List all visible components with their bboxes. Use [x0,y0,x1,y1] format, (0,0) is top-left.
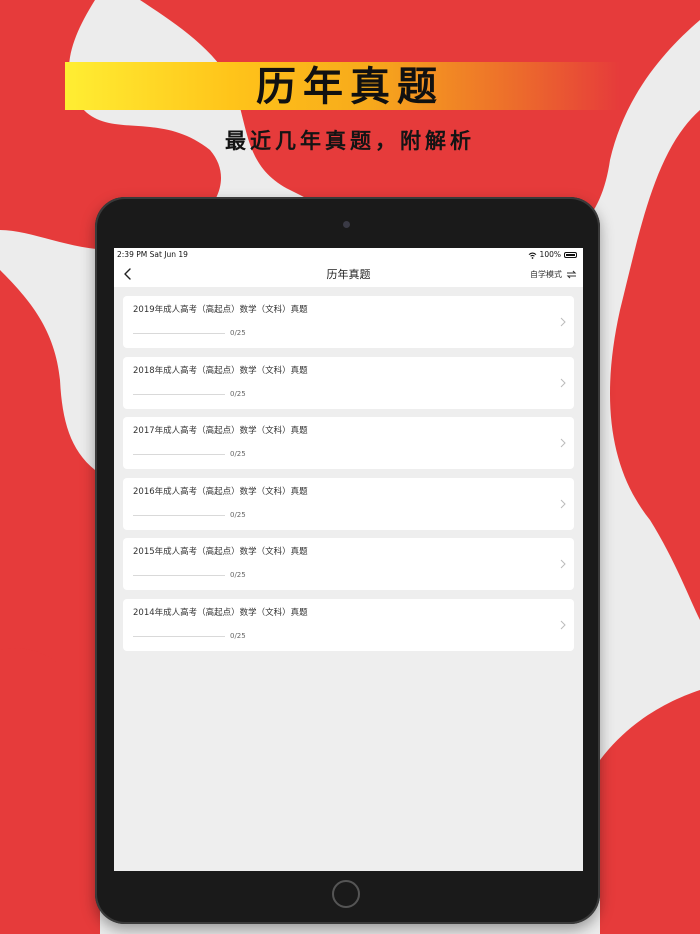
exam-list: 2019年成人高考（高起点）数学（文科）真题 0/25 2018年成人高考（高起… [123,296,574,659]
progress-bar [133,575,225,576]
progress-count: 0/25 [230,389,246,398]
status-indicators: 100% [528,248,577,262]
battery-icon [564,252,577,258]
wifi-icon [528,252,536,259]
exam-title: 2018年成人高考（高起点）数学（文科）真题 [133,365,308,376]
progress-count: 0/25 [230,329,246,337]
chevron-right-icon [560,559,566,569]
exam-title: 2015年成人高考（高起点）数学（文科）真题 [133,547,308,557]
exam-title: 2016年成人高考（高起点）数学（文科）真题 [133,486,308,497]
swap-icon [566,270,577,279]
progress-count: 0/25 [230,571,246,579]
exam-title: 2019年成人高考（高起点）数学（文科）真题 [133,305,308,315]
progress-bar [133,454,225,455]
exam-title: 2014年成人高考（高起点）数学（文科）真题 [133,607,308,618]
progress-count: 0/25 [230,510,246,519]
study-mode-button[interactable]: 自学模式 [530,262,577,287]
progress-bar [133,333,225,334]
progress-bar [133,514,225,516]
page-title: 历年真题 [326,268,371,281]
camera-dot [343,221,350,228]
study-mode-label: 自学模式 [530,270,562,279]
chevron-right-icon [560,317,566,327]
exam-title: 2017年成人高考（高起点）数学（文科）真题 [133,426,308,436]
app-screen: 2:39 PM Sat Jun 19 100% 历年真题 自学模式 2019年成… [114,248,583,871]
progress-count: 0/25 [230,631,246,640]
chevron-right-icon [560,620,566,629]
battery-percent: 100% [539,250,561,259]
exam-card-2018[interactable]: 2018年成人高考（高起点）数学（文科）真题 0/25 [123,356,574,409]
nav-bar: 历年真题 自学模式 [114,262,583,287]
exam-card-2015[interactable]: 2015年成人高考（高起点）数学（文科）真题 0/25 [123,538,574,590]
exam-card-2014[interactable]: 2014年成人高考（高起点）数学（文科）真题 0/25 [123,598,574,651]
chevron-right-icon [560,438,566,448]
exam-card-2016[interactable]: 2016年成人高考（高起点）数学（文科）真题 0/25 [123,477,574,530]
home-button [332,880,360,908]
exam-card-2017[interactable]: 2017年成人高考（高起点）数学（文科）真题 0/25 [123,417,574,469]
promo-subline: 最近几年真题，附解析 [225,129,475,153]
progress-count: 0/25 [230,450,246,458]
promo-headline: 历年真题 [256,64,444,110]
chevron-right-icon [560,499,566,508]
progress-bar [133,393,225,395]
progress-bar [133,635,225,637]
chevron-right-icon [560,378,566,387]
status-time: 2:39 PM Sat Jun 19 [117,250,188,259]
exam-card-2019[interactable]: 2019年成人高考（高起点）数学（文科）真题 0/25 [123,296,574,348]
status-bar: 2:39 PM Sat Jun 19 100% [114,248,583,262]
